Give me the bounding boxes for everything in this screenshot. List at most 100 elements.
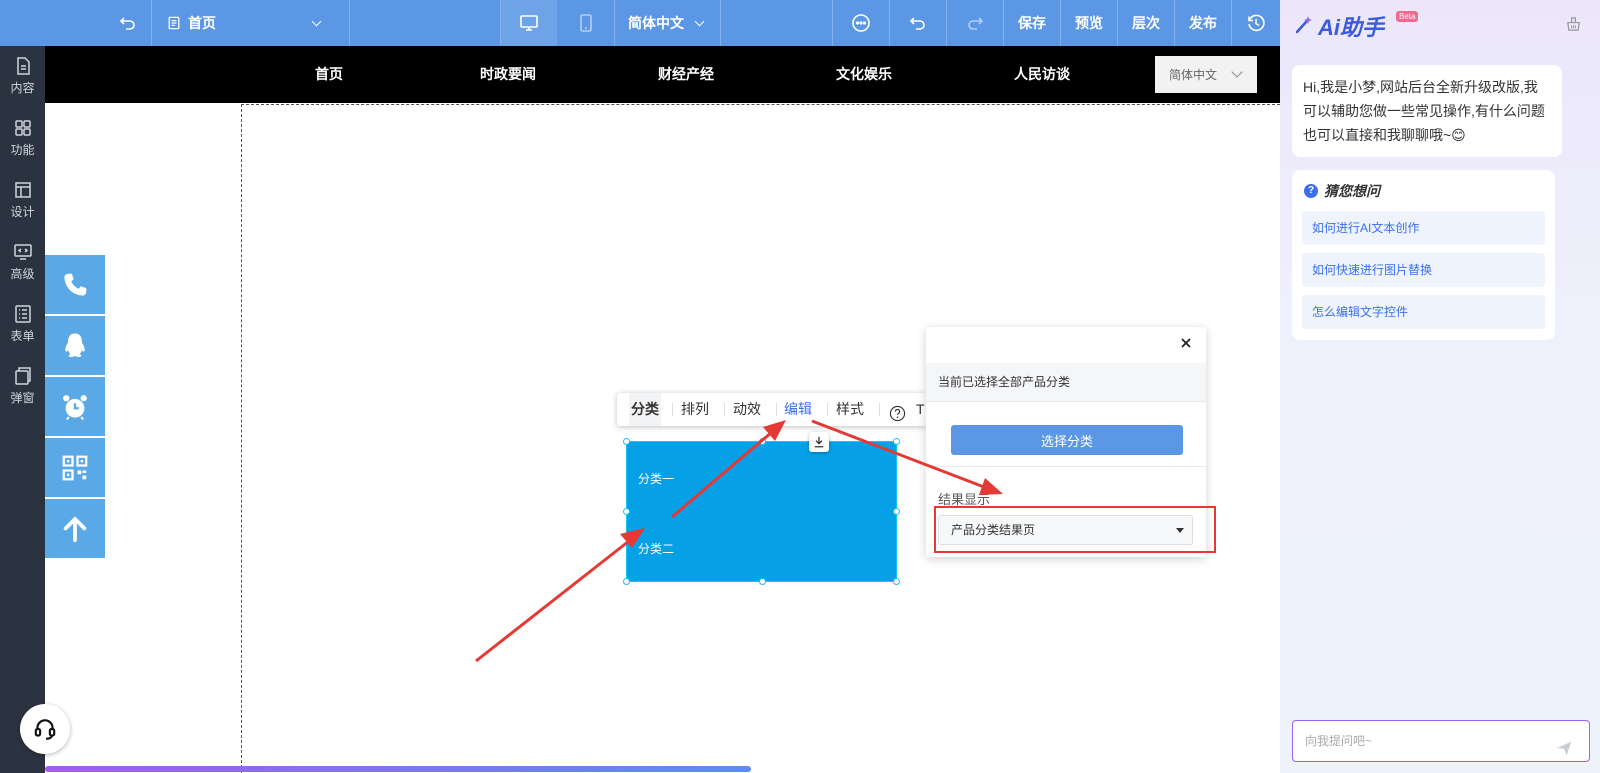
toolbar-arrange[interactable]: 排列 bbox=[681, 393, 709, 426]
ai-assistant-title: Ai助手 bbox=[1318, 15, 1385, 40]
clear-chat-icon[interactable] bbox=[1565, 15, 1582, 35]
popup-icon bbox=[14, 367, 31, 385]
selection-hint: 当前已选择全部产品分类 bbox=[926, 363, 1206, 402]
resize-handle[interactable] bbox=[623, 508, 630, 515]
sidebar-item-form[interactable]: 表单 bbox=[0, 294, 45, 354]
site-language-select[interactable]: 简体中文 bbox=[1155, 56, 1257, 93]
highlight-box bbox=[934, 506, 1216, 553]
divider bbox=[926, 466, 1206, 467]
sidebar-item-label: 内容 bbox=[10, 81, 35, 95]
history-icon[interactable] bbox=[1232, 0, 1280, 46]
chevron-down-icon bbox=[1231, 66, 1243, 78]
document-icon bbox=[16, 57, 30, 75]
resize-handle[interactable] bbox=[893, 438, 900, 445]
language-selector[interactable]: 简体中文 bbox=[628, 0, 718, 46]
toolbar-category[interactable]: 分类 bbox=[629, 393, 661, 426]
preview-button[interactable]: 预览 bbox=[1061, 0, 1117, 46]
category-item-2[interactable]: 分类二 bbox=[638, 540, 674, 557]
arrow-up-icon bbox=[63, 515, 87, 542]
sidebar-item-label: 高级 bbox=[10, 267, 35, 281]
suggestion-item[interactable]: 如何快速进行图片替换 bbox=[1302, 253, 1545, 287]
sidebar-item-design[interactable]: 设计 bbox=[0, 170, 45, 230]
resize-handle[interactable] bbox=[759, 438, 766, 445]
site-language-label: 简体中文 bbox=[1169, 68, 1218, 82]
form-list-icon bbox=[14, 305, 31, 323]
qq-icon bbox=[65, 333, 85, 357]
sidebar-item-label: 表单 bbox=[10, 329, 35, 343]
site-navigation: 首页 时政要闻 财经产经 文化娱乐 人民访谈 bbox=[45, 46, 1280, 103]
question-icon: ? bbox=[1304, 184, 1318, 198]
layers-button[interactable]: 层次 bbox=[1118, 0, 1174, 46]
component-toolbar: 分类 排列 动效 编辑 样式 T bbox=[617, 393, 927, 426]
left-sidebar: 内容 功能 设计 高级 表单 弹窗 bbox=[0, 46, 45, 773]
sidebar-item-content[interactable]: 内容 bbox=[0, 46, 45, 106]
resize-handle[interactable] bbox=[623, 438, 630, 445]
page-icon bbox=[166, 15, 182, 31]
more-icon[interactable] bbox=[833, 0, 889, 46]
mobile-view-icon[interactable] bbox=[558, 0, 614, 46]
float-qrcode-button[interactable] bbox=[45, 438, 105, 497]
page-selector-label: 首页 bbox=[188, 15, 216, 31]
redo-icon[interactable] bbox=[947, 0, 1003, 46]
ai-sparkle-icon bbox=[1294, 14, 1314, 37]
select-category-button[interactable]: 选择分类 bbox=[951, 425, 1183, 455]
beta-badge: Beta bbox=[1396, 11, 1419, 22]
nav-item-politics[interactable]: 时政要闻 bbox=[480, 46, 536, 103]
nav-item-home[interactable]: 首页 bbox=[315, 46, 343, 103]
undo-icon[interactable] bbox=[890, 0, 946, 46]
code-monitor-icon bbox=[13, 244, 32, 260]
sidebar-item-label: 设计 bbox=[10, 205, 35, 219]
resize-handle[interactable] bbox=[623, 578, 630, 585]
suggestion-item[interactable]: 如何进行AI文本创作 bbox=[1302, 211, 1545, 245]
sidebar-item-function[interactable]: 功能 bbox=[0, 108, 45, 168]
phone-icon bbox=[64, 273, 87, 296]
suggested-questions-title: ? 猜您想问 bbox=[1304, 181, 1380, 201]
toolbar-style[interactable]: 样式 bbox=[836, 393, 864, 426]
resize-handle[interactable] bbox=[893, 508, 900, 515]
layout-icon bbox=[14, 182, 31, 198]
category-component[interactable]: 分类一 分类二 bbox=[626, 441, 897, 582]
ai-assistant-panel: Ai助手 Beta Hi,我是小梦,网站后台全新升级改版,我可以辅助您做一些常见… bbox=[1280, 0, 1600, 773]
desktop-view-icon[interactable] bbox=[501, 0, 557, 46]
float-alarm-button[interactable] bbox=[45, 377, 105, 436]
ai-question-input[interactable]: 向我提问吧~ bbox=[1292, 720, 1590, 762]
ai-input-placeholder: 向我提问吧~ bbox=[1305, 734, 1373, 748]
suggested-questions-label: 猜您想问 bbox=[1324, 183, 1380, 199]
sidebar-item-label: 弹窗 bbox=[10, 391, 35, 405]
language-label: 简体中文 bbox=[628, 15, 684, 31]
send-icon[interactable] bbox=[1555, 733, 1573, 756]
ai-greeting-message: Hi,我是小梦,网站后台全新升级改版,我可以辅助您做一些常见操作,有什么问题也可… bbox=[1292, 65, 1562, 157]
chevron-down-icon bbox=[311, 16, 322, 27]
category-item-1[interactable]: 分类一 bbox=[638, 470, 674, 487]
chevron-down-icon bbox=[694, 16, 705, 26]
grid-icon bbox=[14, 120, 31, 136]
nav-item-culture[interactable]: 文化娱乐 bbox=[836, 46, 892, 103]
progress-bar bbox=[45, 766, 991, 772]
suggested-questions-card: ? 猜您想问 如何进行AI文本创作 如何快速进行图片替换 怎么编辑文字控件 bbox=[1292, 170, 1555, 340]
sidebar-item-label: 功能 bbox=[10, 143, 35, 157]
alarm-clock-icon bbox=[63, 394, 87, 420]
download-icon[interactable] bbox=[809, 432, 829, 452]
save-button[interactable]: 保存 bbox=[1004, 0, 1060, 46]
close-icon[interactable] bbox=[1178, 335, 1194, 351]
progress-fill bbox=[45, 766, 751, 772]
toolbar-animation[interactable]: 动效 bbox=[733, 393, 761, 426]
sidebar-item-advanced[interactable]: 高级 bbox=[0, 232, 45, 292]
undo-history-icon[interactable] bbox=[110, 0, 146, 46]
customer-service-icon[interactable] bbox=[20, 704, 70, 754]
float-phone-button[interactable] bbox=[45, 255, 105, 314]
float-qq-button[interactable] bbox=[45, 316, 105, 375]
page-selector[interactable]: 首页 bbox=[166, 0, 346, 46]
sidebar-item-popup[interactable]: 弹窗 bbox=[0, 356, 45, 416]
float-top-button[interactable] bbox=[45, 499, 105, 558]
top-toolbar: 首页 简体中文 保存 预览 层次 发布 bbox=[0, 0, 1280, 46]
help-icon[interactable] bbox=[889, 401, 906, 422]
nav-item-interview[interactable]: 人民访谈 bbox=[1014, 46, 1070, 103]
suggestion-item[interactable]: 怎么编辑文字控件 bbox=[1302, 295, 1545, 329]
toolbar-text-partial[interactable]: T bbox=[916, 393, 925, 426]
toolbar-edit[interactable]: 编辑 bbox=[784, 393, 812, 426]
nav-item-finance[interactable]: 财经产经 bbox=[658, 46, 714, 103]
resize-handle[interactable] bbox=[759, 578, 766, 585]
publish-button[interactable]: 发布 bbox=[1175, 0, 1231, 46]
resize-handle[interactable] bbox=[893, 578, 900, 585]
